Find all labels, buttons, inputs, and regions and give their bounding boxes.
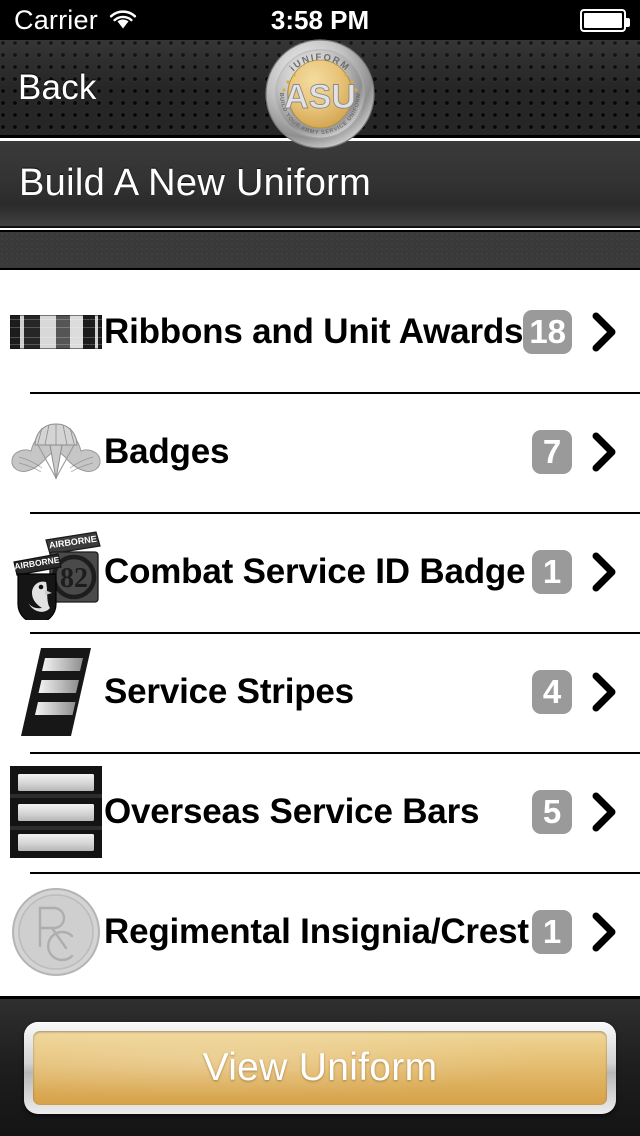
list-item-service-stripes[interactable]: Service Stripes 4 <box>0 632 640 752</box>
list-item-label: Badges <box>104 432 230 471</box>
list-item-label: Combat Service ID Badge <box>104 552 526 591</box>
view-uniform-button-label: View Uniform <box>202 1045 438 1089</box>
uniform-components-list: Ribbons and Unit Awards 18 Badges 7 AIRB… <box>0 272 640 996</box>
regimental-crest-icon <box>8 884 104 980</box>
carrier-label: Carrier <box>14 4 98 35</box>
wifi-icon <box>109 10 137 29</box>
svg-text:82: 82 <box>60 563 88 594</box>
airborne-patches-icon: AIRBORNE 82 AIRBORNE <box>8 524 104 620</box>
page-title-bar: Build A New Uniform <box>0 141 640 228</box>
page-title: Build A New Uniform <box>19 162 372 204</box>
count-badge: 1 <box>532 550 572 594</box>
service-stripes-icon <box>8 644 104 740</box>
chevron-right-icon <box>582 792 626 832</box>
chevron-right-icon <box>582 312 626 352</box>
navigation-bar: Back <box>0 40 640 138</box>
status-bar-right <box>580 8 640 32</box>
count-badge: 5 <box>532 790 572 834</box>
view-uniform-button[interactable]: View Uniform <box>24 1021 616 1114</box>
list-item-label: Overseas Service Bars <box>104 792 480 831</box>
battery-full-icon <box>580 8 630 32</box>
list-item-regimental-insignia-crest[interactable]: Regimental Insignia/Crest 1 <box>0 872 640 992</box>
app-screen: Carrier 3:58 PM Back iUNIFORM BUILD YOUR… <box>0 0 640 1136</box>
list-item-overseas-service-bars[interactable]: Overseas Service Bars 5 <box>0 752 640 872</box>
bottom-toolbar: View Uniform <box>0 996 640 1136</box>
chevron-right-icon <box>582 552 626 592</box>
chevron-right-icon <box>582 432 626 472</box>
count-badge: 1 <box>532 910 572 954</box>
list-item-label: Ribbons and Unit Awards <box>104 312 524 351</box>
status-bar: Carrier 3:58 PM <box>0 0 640 40</box>
chevron-right-icon <box>582 672 626 712</box>
section-header <box>0 230 640 270</box>
list-item-ribbons-and-unit-awards[interactable]: Ribbons and Unit Awards 18 <box>0 272 640 392</box>
list-item-label: Regimental Insignia/Crest <box>104 912 529 951</box>
count-badge: 18 <box>523 310 572 354</box>
count-badge: 7 <box>532 430 572 474</box>
parachutist-wings-icon <box>8 404 104 500</box>
overseas-bars-icon <box>8 764 104 860</box>
list-item-label: Service Stripes <box>104 672 354 711</box>
view-uniform-button-face: View Uniform <box>33 1030 607 1105</box>
chevron-right-icon <box>582 912 626 952</box>
count-badge: 4 <box>532 670 572 714</box>
status-bar-left: Carrier <box>0 5 580 36</box>
list-item-combat-service-id-badge[interactable]: AIRBORNE 82 AIRBORNE Combat Service ID B… <box>0 512 640 632</box>
ribbon-rack-icon <box>8 284 104 380</box>
back-button[interactable]: Back <box>18 68 97 108</box>
list-item-badges[interactable]: Badges 7 <box>0 392 640 512</box>
